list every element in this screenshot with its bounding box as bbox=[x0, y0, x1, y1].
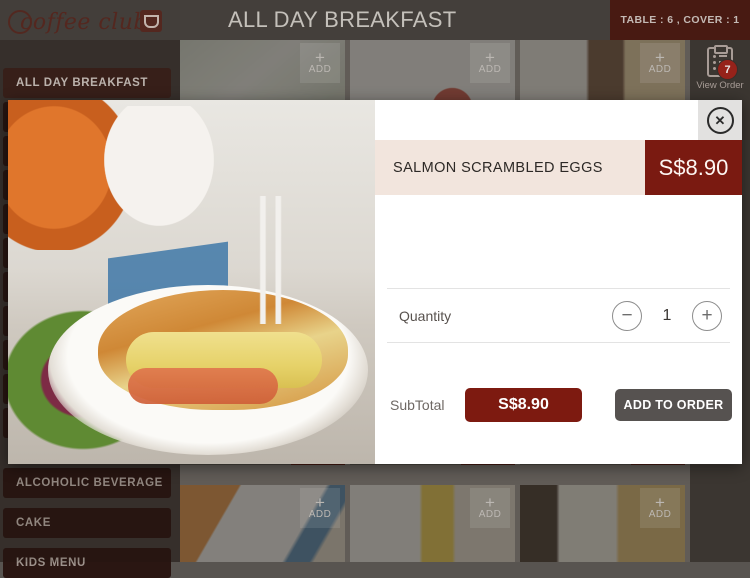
item-photo bbox=[8, 100, 375, 464]
increase-quantity-button[interactable]: + bbox=[692, 300, 722, 331]
item-detail-modal: ✕ SALMON SCRAMBLED EGGS S$8.90 Quantity … bbox=[8, 100, 742, 464]
quantity-row: Quantity − 1 + bbox=[387, 288, 730, 343]
pos-app: + ADD + ADD + ADD CROISSANT bbox=[0, 0, 750, 578]
quantity-label: Quantity bbox=[399, 307, 452, 324]
item-detail-panel: ✕ SALMON SCRAMBLED EGGS S$8.90 Quantity … bbox=[375, 100, 742, 464]
item-title-row: SALMON SCRAMBLED EGGS S$8.90 bbox=[375, 140, 742, 195]
quantity-value: 1 bbox=[662, 306, 672, 324]
close-button[interactable]: ✕ bbox=[698, 100, 742, 140]
subtotal-value: S$8.90 bbox=[465, 388, 582, 422]
quantity-stepper[interactable]: − 1 + bbox=[612, 300, 722, 331]
subtotal-label: SubTotal bbox=[390, 397, 445, 413]
modal-footer: SubTotal S$8.90 ADD TO ORDER bbox=[375, 382, 742, 428]
item-name: SALMON SCRAMBLED EGGS bbox=[393, 159, 603, 176]
close-icon: ✕ bbox=[706, 106, 734, 134]
item-price: S$8.90 bbox=[645, 140, 742, 195]
decrease-quantity-button[interactable]: − bbox=[612, 300, 642, 331]
add-to-order-button[interactable]: ADD TO ORDER bbox=[615, 389, 732, 421]
